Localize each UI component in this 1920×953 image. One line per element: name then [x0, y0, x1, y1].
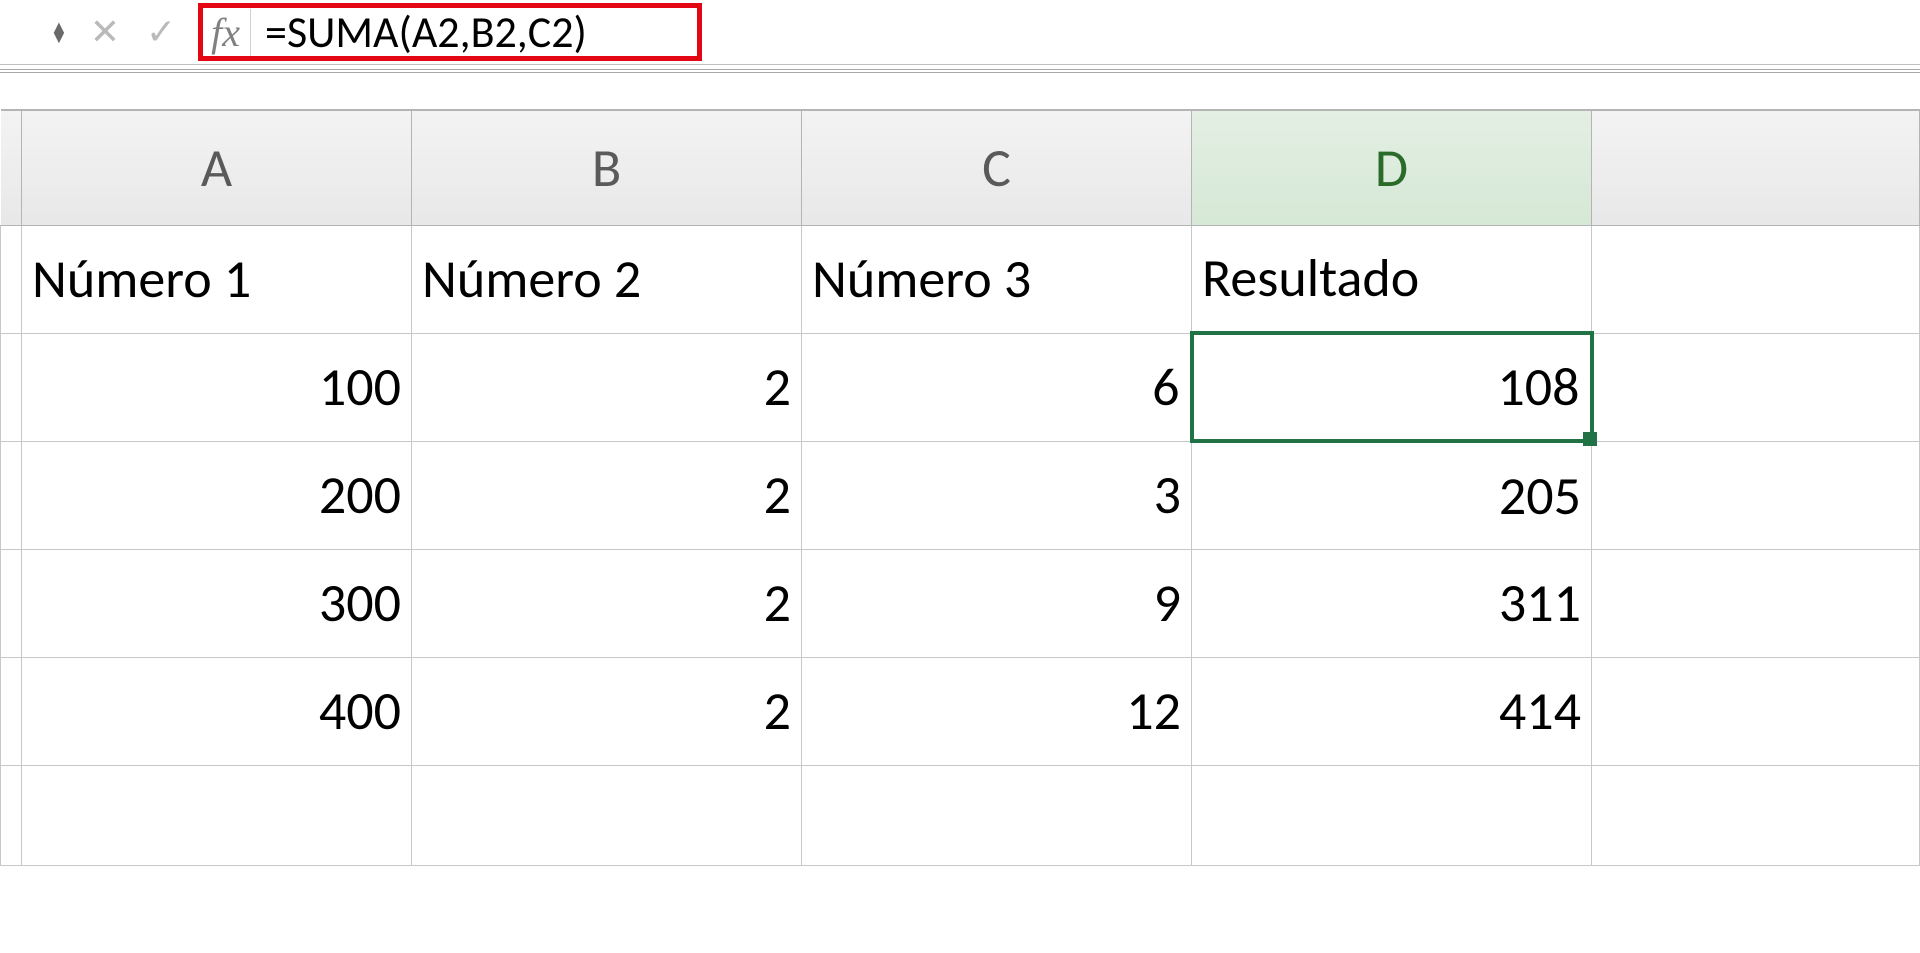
cell[interactable]: 2	[412, 549, 802, 657]
row-gutter[interactable]	[1, 765, 22, 865]
cell[interactable]: 6	[802, 333, 1192, 441]
cell[interactable]: Resultado	[1192, 225, 1592, 333]
fx-icon[interactable]: fx	[211, 9, 251, 56]
row-gutter[interactable]	[1, 333, 22, 441]
column-header-row: A B C D	[1, 110, 1920, 225]
table-row: 400 2 12 414	[1, 657, 1920, 765]
cell[interactable]: 200	[22, 441, 412, 549]
table-row: Número 1 Número 2 Número 3 Resultado	[1, 225, 1920, 333]
cell[interactable]: Número 3	[802, 225, 1192, 333]
cell-empty[interactable]	[1592, 441, 1920, 549]
cell[interactable]: 400	[22, 657, 412, 765]
cell[interactable]: 300	[22, 549, 412, 657]
cell-empty[interactable]	[412, 765, 802, 865]
cell[interactable]: 414	[1192, 657, 1592, 765]
cell[interactable]: 12	[802, 657, 1192, 765]
cell[interactable]: 205	[1192, 441, 1592, 549]
row-gutter[interactable]	[1, 225, 22, 333]
row-gutter[interactable]	[1, 549, 22, 657]
divider	[0, 65, 1920, 73]
spacer	[0, 73, 1920, 109]
spreadsheet-grid: A B C D Número 1 Número 2 Número 3 Resul…	[0, 109, 1920, 866]
cell[interactable]: 2	[412, 657, 802, 765]
cell-empty[interactable]	[22, 765, 412, 865]
cell[interactable]: Número 1	[22, 225, 412, 333]
cell-empty[interactable]	[1592, 765, 1920, 865]
table-row: 300 2 9 311	[1, 549, 1920, 657]
cell[interactable]: 9	[802, 549, 1192, 657]
cell[interactable]: 3	[802, 441, 1192, 549]
column-header-b[interactable]: B	[412, 110, 802, 225]
formula-bar: ▲ ▼ ✕ ✓ fx	[0, 0, 1920, 65]
table-row: 200 2 3 205	[1, 441, 1920, 549]
table-row: 100 2 6 108	[1, 333, 1920, 441]
cell-empty[interactable]	[1592, 657, 1920, 765]
table-row	[1, 765, 1920, 865]
formula-input[interactable]	[265, 5, 685, 59]
row-gutter[interactable]	[1, 657, 22, 765]
name-box-dropdown-icon[interactable]: ▲ ▼	[50, 22, 68, 42]
cell[interactable]: 100	[22, 333, 412, 441]
formula-box-highlight: fx	[198, 3, 702, 61]
enter-icon[interactable]: ✓	[142, 10, 180, 54]
cell-empty[interactable]	[802, 765, 1192, 865]
cell[interactable]: 311	[1192, 549, 1592, 657]
cell-empty[interactable]	[1592, 333, 1920, 441]
cell-value: 108	[1497, 354, 1579, 420]
cell-empty[interactable]	[1592, 225, 1920, 333]
cell-empty[interactable]	[1192, 765, 1592, 865]
cell[interactable]: 2	[412, 333, 802, 441]
cell-empty[interactable]	[1592, 549, 1920, 657]
column-header-c[interactable]: C	[802, 110, 1192, 225]
cancel-icon[interactable]: ✕	[86, 10, 124, 54]
select-all-corner[interactable]	[1, 110, 22, 225]
column-header-d[interactable]: D	[1192, 110, 1592, 225]
column-header-empty[interactable]	[1592, 110, 1920, 225]
cell[interactable]: 2	[412, 441, 802, 549]
row-gutter[interactable]	[1, 441, 22, 549]
cell[interactable]: Número 2	[412, 225, 802, 333]
column-header-a[interactable]: A	[22, 110, 412, 225]
selected-cell[interactable]: 108	[1192, 333, 1592, 441]
